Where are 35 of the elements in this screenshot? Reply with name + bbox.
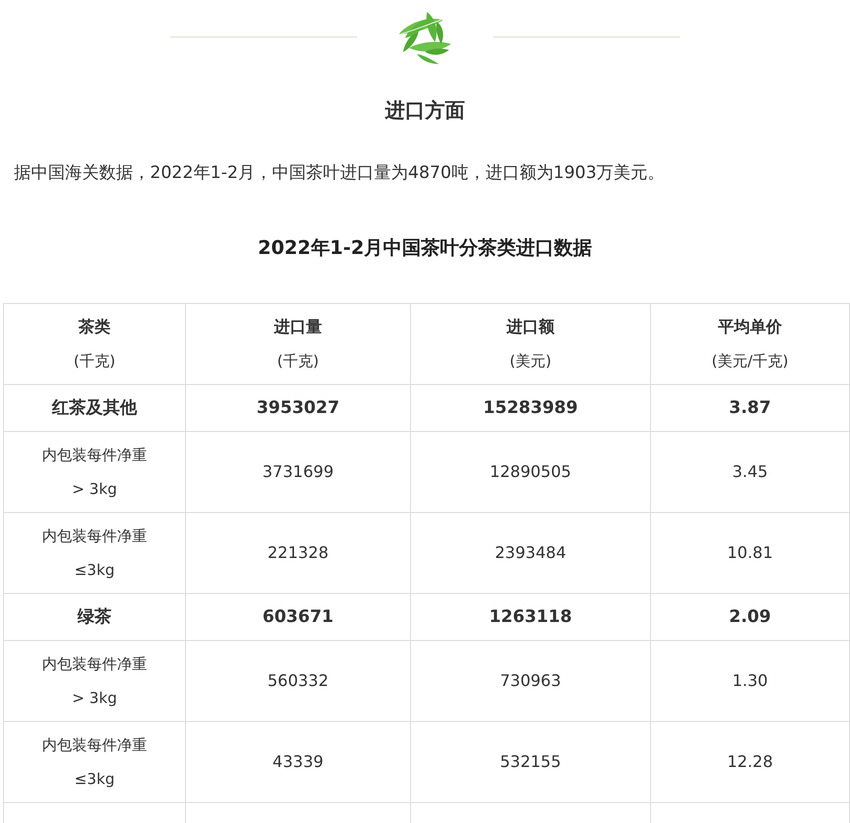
table-cell: 43339	[186, 722, 410, 802]
unit-label: (千克)	[72, 351, 116, 372]
table-cell: 12890505	[410, 432, 650, 512]
table-cell: 532155	[410, 722, 650, 802]
table-cell: 1.30	[650, 640, 850, 722]
table-cell: 730963	[410, 640, 650, 722]
table-cell: 603671	[186, 594, 410, 640]
column-header: 茶类	[78, 316, 112, 338]
subcategory-cell: 内包装每件净重 > 3kg	[4, 640, 186, 722]
subcategory-cell: 内包装每件净重 > 3kg	[4, 432, 186, 512]
subcategory-cell: 内包装每件净重 ≤3kg	[4, 512, 186, 594]
column-header: 平均单价	[717, 316, 783, 338]
section-title: 进口方面	[384, 97, 466, 124]
table-cell: 3.45	[650, 432, 850, 512]
intro-paragraph: 据中国海关数据，2022年1-2月，中国茶叶进口量为4870吨，进口额为1903万美元。	[14, 162, 666, 185]
table-cell: 560332	[186, 640, 410, 722]
table-cell: 12.28	[650, 722, 850, 802]
table-cell: 2393484	[410, 512, 650, 594]
table-cell: 3731699	[186, 432, 410, 512]
table-cell: 10.81	[650, 512, 850, 594]
table-cell: 3.87	[650, 384, 850, 432]
table-title: 2022年1-2月中国茶叶分茶类进口数据	[256, 236, 594, 261]
table-cell: 2.09	[650, 594, 850, 640]
unit-label: (千克)	[276, 351, 320, 372]
table-cell: 221328	[186, 512, 410, 594]
category-cell: 绿茶	[4, 594, 186, 640]
column-header: 进口额	[505, 316, 556, 338]
column-header: 进口量	[272, 316, 323, 338]
category-cell: 红茶及其他	[4, 384, 186, 432]
subcategory-cell: 内包装每件净重 ≤3kg	[4, 722, 186, 802]
unit-label: (美元/千克)	[710, 351, 790, 372]
table-cell: 15283989	[410, 384, 650, 432]
table-cell: 3953027	[186, 384, 410, 432]
table-cell: 1263118	[410, 594, 650, 640]
unit-label: (美元)	[508, 351, 552, 372]
